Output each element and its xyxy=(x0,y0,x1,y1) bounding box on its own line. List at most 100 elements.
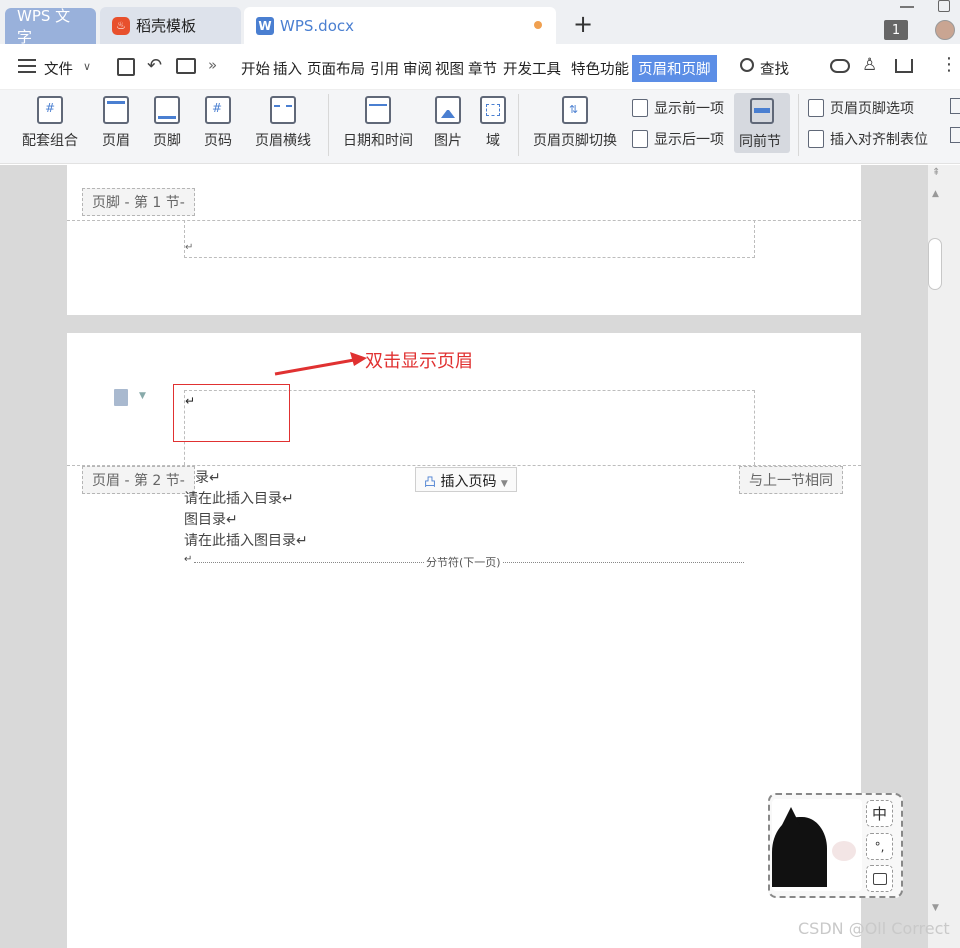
unsaved-dot-icon xyxy=(534,21,542,29)
show-previous-button[interactable]: 显示前一项 xyxy=(632,98,724,118)
more-icon[interactable]: » xyxy=(208,56,217,74)
cloud-icon[interactable] xyxy=(830,59,850,73)
undo-icon[interactable]: ↶ xyxy=(147,55,162,76)
section-break-label: 分节符(下一页) xyxy=(424,554,503,570)
picture-button[interactable]: 图片 xyxy=(426,96,470,150)
page-2[interactable]: ▼ ↵ 双击显示页眉 页眉 - 第 2 节- 凸 插入页码 ▼ 与上一节相同 录… xyxy=(67,333,861,948)
avatar[interactable] xyxy=(935,20,955,40)
header-line-button[interactable]: 页眉横线 xyxy=(247,96,319,150)
show-next-button[interactable]: 显示后一项 xyxy=(632,129,724,149)
align-tab-label: 插入对齐制表位 xyxy=(830,132,928,148)
datetime-label: 日期和时间 xyxy=(343,133,413,149)
menu-insert[interactable]: 插入 xyxy=(273,58,302,79)
menu-section[interactable]: 章节 xyxy=(468,58,497,79)
ime-language-toggle[interactable]: 中 xyxy=(866,800,893,827)
scroll-top-icon[interactable]: ⇞ xyxy=(932,167,940,178)
tab-bar: WPS 文字 ♨ 稻壳模板 W WPS.docx + 1 xyxy=(0,0,960,46)
tab-templates[interactable]: ♨ 稻壳模板 xyxy=(100,7,241,44)
toc-placeholder[interactable]: 请在此插入目录↵ xyxy=(184,488,294,508)
annotation-text: 双击显示页眉 xyxy=(365,351,473,372)
menu-header-footer[interactable]: 页眉和页脚 xyxy=(632,55,717,82)
scroll-up-icon[interactable]: ▲ xyxy=(932,189,939,199)
footer-icon xyxy=(154,96,180,124)
header-icon xyxy=(103,96,129,124)
minimize-icon[interactable] xyxy=(900,6,914,8)
menu-review[interactable]: 审阅 xyxy=(403,58,432,79)
options-label: 页眉页脚选项 xyxy=(830,101,914,117)
page-1[interactable]: 页脚 - 第 1 节- ↵ xyxy=(67,165,861,315)
scroll-down-icon[interactable]: ▼ xyxy=(932,903,939,913)
share-user-icon[interactable]: ♙ xyxy=(862,55,877,75)
combo-label: 配套组合 xyxy=(22,133,78,149)
cat-icon xyxy=(772,817,827,887)
highlight-box xyxy=(173,384,290,442)
new-tab-button[interactable]: + xyxy=(573,10,593,38)
menu-search[interactable]: 查找 xyxy=(760,58,789,79)
insert-page-number-button[interactable]: 凸 插入页码 ▼ xyxy=(415,467,517,492)
header-footer-options-button[interactable]: 页眉页脚选项 xyxy=(808,98,914,118)
tab-wps-home[interactable]: WPS 文字 xyxy=(5,7,96,46)
datetime-button[interactable]: 日期和时间 xyxy=(340,96,416,150)
insert-page-number-label: 插入页码 xyxy=(440,474,497,490)
more-vertical-icon[interactable]: ⋮ xyxy=(940,54,958,75)
search-icon[interactable] xyxy=(740,58,754,72)
upload-icon[interactable] xyxy=(895,59,913,73)
paragraph-mark: ↵ xyxy=(185,242,194,253)
ime-punctuation-toggle[interactable]: °, xyxy=(866,833,893,860)
menu-view[interactable]: 视图 xyxy=(435,58,464,79)
align-tab-icon xyxy=(808,130,824,148)
ribbon-divider xyxy=(328,94,329,156)
footer-section-label: 页脚 - 第 1 节- xyxy=(82,188,195,216)
page-number-button[interactable]: # 页码 xyxy=(196,96,240,150)
footer-area[interactable]: ↵ xyxy=(184,220,755,258)
print-icon[interactable] xyxy=(176,58,196,74)
same-as-previous-tag[interactable]: 与上一节相同 xyxy=(739,466,843,494)
header-layout-icon[interactable] xyxy=(114,389,128,406)
word-doc-icon: W xyxy=(256,16,274,35)
toc-heading: 录↵ xyxy=(195,470,221,486)
header-button[interactable]: 页眉 xyxy=(94,96,138,150)
overflow-icon[interactable] xyxy=(950,127,960,143)
header-footer-switch-button[interactable]: ⇅ 页眉页脚切换 xyxy=(530,96,620,150)
field-button[interactable]: 域 xyxy=(478,96,508,150)
chevron-down-icon[interactable]: ▼ xyxy=(139,391,146,401)
menu-references[interactable]: 引用 xyxy=(370,58,399,79)
ime-skin-shirt-icon[interactable] xyxy=(866,865,893,892)
switch-label: 页眉页脚切换 xyxy=(533,133,617,149)
ribbon-divider xyxy=(798,94,799,156)
header-line-label: 页眉横线 xyxy=(255,133,311,149)
overflow-icon[interactable] xyxy=(950,98,960,114)
chevron-down-icon[interactable]: ∨ xyxy=(83,60,91,73)
cat-ear-icon xyxy=(782,807,800,825)
menu-features[interactable]: 特色功能 xyxy=(571,58,629,79)
annotation-arrow-icon xyxy=(274,352,367,376)
menu-developer[interactable]: 开发工具 xyxy=(503,58,561,79)
menu-bar: 文件 ∨ ↶ » 开始 插入 页面布局 引用 审阅 视图 章节 开发工具 特色功… xyxy=(0,44,960,90)
vertical-scrollbar[interactable]: ⇞ ▲ ▼ xyxy=(928,165,960,948)
insert-align-tab-button[interactable]: 插入对齐制表位 xyxy=(808,129,928,149)
link-sections-icon xyxy=(750,98,774,124)
footer-button[interactable]: 页脚 xyxy=(145,96,189,150)
show-previous-label: 显示前一项 xyxy=(654,101,724,117)
options-icon xyxy=(808,99,824,117)
scrollbar-thumb[interactable] xyxy=(928,238,942,290)
maximize-icon[interactable] xyxy=(938,0,950,12)
same-as-previous-button[interactable]: 同前节 xyxy=(734,93,790,153)
hamburger-icon[interactable] xyxy=(18,59,36,73)
page-number-icon: # xyxy=(205,96,231,124)
section-break: ↵ 分节符(下一页) xyxy=(184,554,744,570)
window-count-badge[interactable]: 1 xyxy=(884,20,908,40)
tab-document[interactable]: W WPS.docx xyxy=(244,7,556,44)
figure-toc-placeholder[interactable]: 请在此插入图目录↵ xyxy=(184,530,308,550)
ribbon-divider xyxy=(518,94,519,156)
header-line-icon xyxy=(270,96,296,124)
picture-label: 图片 xyxy=(434,133,462,149)
menu-page-layout[interactable]: 页面布局 xyxy=(307,58,365,79)
cat-skin-image xyxy=(772,799,862,891)
figure-toc-heading: 图目录↵ xyxy=(184,512,238,528)
menu-file[interactable]: 文件 xyxy=(44,58,73,79)
ime-panel[interactable]: 中 °, xyxy=(768,793,903,898)
menu-home[interactable]: 开始 xyxy=(241,58,270,79)
combo-button[interactable]: # 配套组合 xyxy=(14,96,86,150)
save-icon[interactable] xyxy=(117,58,135,76)
